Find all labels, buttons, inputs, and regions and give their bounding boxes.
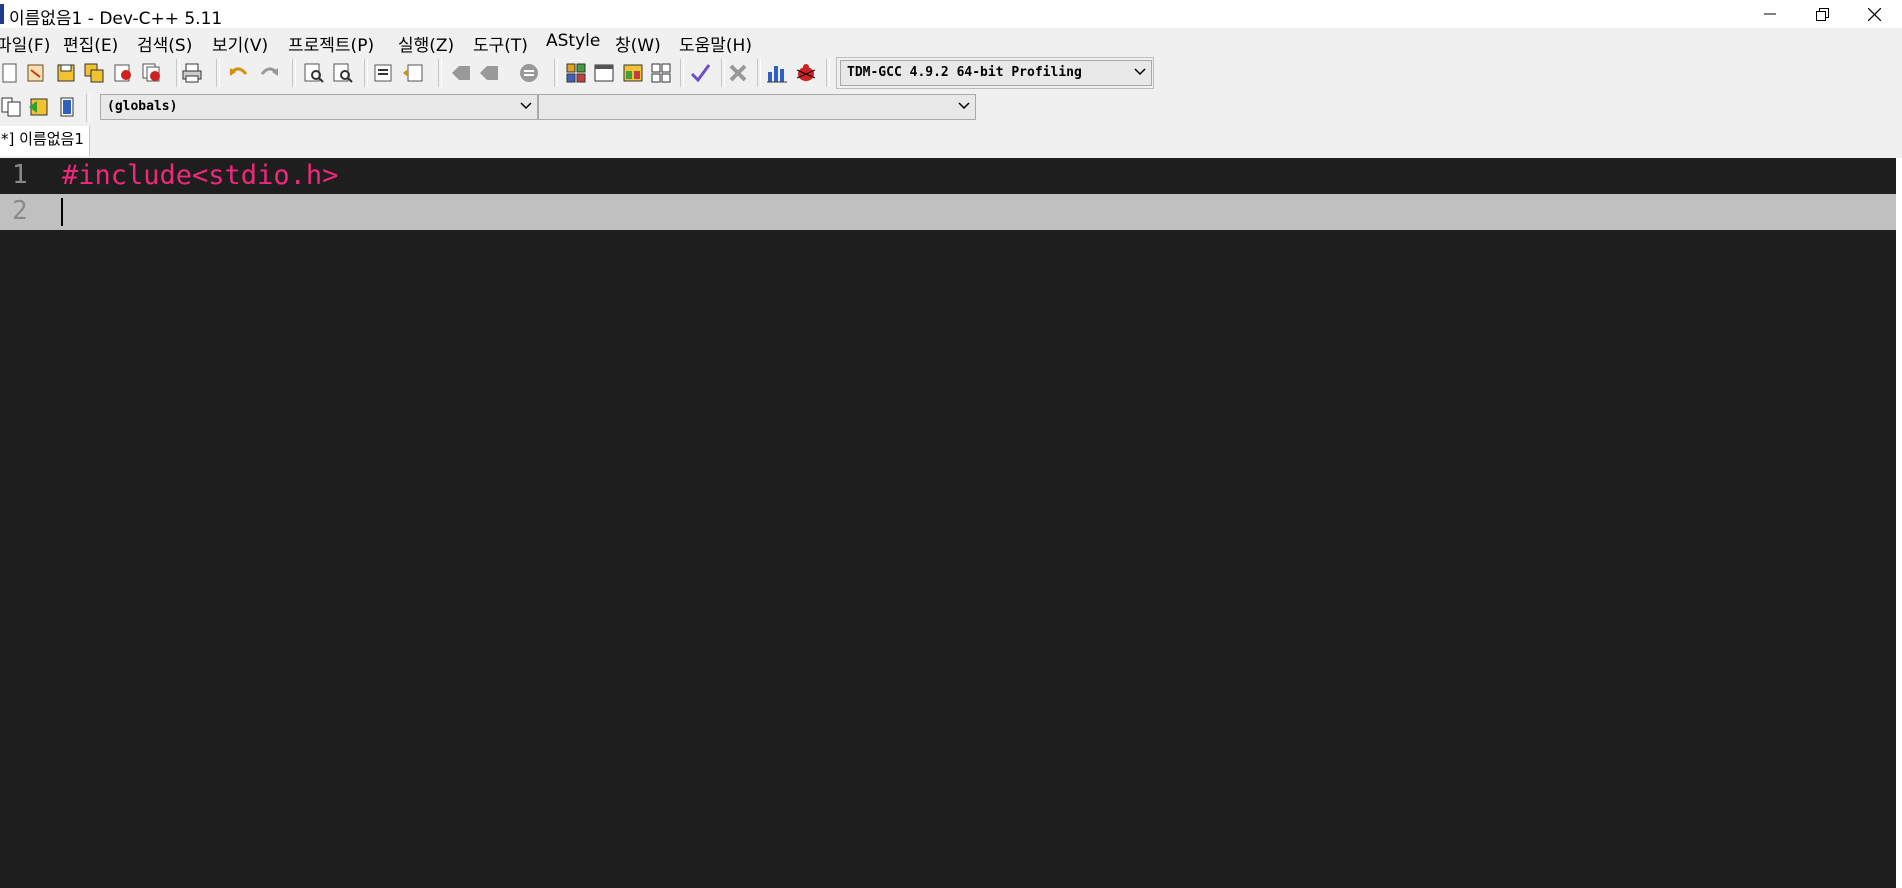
- app-icon: [0, 4, 4, 24]
- window-title: 이름없음1 - Dev-C++ 5.11: [9, 9, 223, 29]
- chevron-down-icon: [958, 102, 970, 110]
- toolbar-separator: [216, 59, 220, 87]
- scope-select-value: (globals): [107, 99, 178, 114]
- toolbar-separator: [292, 59, 296, 87]
- save-all-icon[interactable]: [83, 62, 105, 84]
- open-file-icon[interactable]: [25, 62, 47, 84]
- tab-untitled1[interactable]: *] 이름없음1: [0, 126, 90, 156]
- menu-search[interactable]: 검색(S): [137, 31, 192, 56]
- line-number: 2: [12, 196, 28, 226]
- function-select[interactable]: [538, 94, 976, 120]
- menu-edit[interactable]: 편집(E): [63, 31, 118, 56]
- chevron-down-icon: [1134, 68, 1146, 76]
- compile-run-icon[interactable]: [622, 62, 644, 84]
- restore-button[interactable]: [1796, 0, 1848, 28]
- toolbar-separator: [554, 59, 558, 87]
- debug-icon[interactable]: [795, 62, 817, 84]
- save-icon[interactable]: [55, 62, 77, 84]
- close-button[interactable]: [1848, 0, 1900, 28]
- close-file-icon[interactable]: [112, 62, 134, 84]
- compiler-select[interactable]: TDM-GCC 4.9.2 64-bit Profiling: [840, 60, 1152, 86]
- toggle-bookmark-icon[interactable]: [27, 96, 49, 118]
- toolbar-separator: [86, 94, 90, 122]
- current-code-line[interactable]: 2: [0, 194, 1896, 230]
- redo-icon[interactable]: [258, 62, 280, 84]
- compiler-select-value: TDM-GCC 4.9.2 64-bit Profiling: [847, 65, 1082, 80]
- menu-window[interactable]: 창(W): [615, 31, 661, 56]
- minimize-button[interactable]: [1744, 0, 1796, 28]
- goto-forward-icon[interactable]: [478, 62, 500, 84]
- toolbar-separator: [438, 59, 442, 87]
- indent-icon[interactable]: [372, 62, 394, 84]
- scope-select[interactable]: (globals): [100, 94, 538, 120]
- code-text: #include<stdio.h>: [62, 160, 339, 191]
- rebuild-icon[interactable]: [650, 62, 672, 84]
- toolbar-separator: [721, 59, 725, 87]
- menu-execute[interactable]: 실행(Z): [398, 31, 454, 56]
- find-icon[interactable]: [303, 62, 325, 84]
- compile-icon[interactable]: [565, 62, 587, 84]
- replace-icon[interactable]: [332, 62, 354, 84]
- menu-tools[interactable]: 도구(T): [473, 31, 528, 56]
- bookmark-icon[interactable]: [518, 62, 540, 84]
- menu-bar: 파일(F) 편집(E) 검색(S) 보기(V) 프로젝트(P) 실행(Z) 도구…: [0, 28, 1902, 56]
- run-icon[interactable]: [593, 62, 615, 84]
- text-caret: [61, 198, 63, 226]
- chevron-down-icon: [520, 102, 532, 110]
- goto-bookmark-icon[interactable]: [56, 96, 78, 118]
- minimize-icon: [1764, 13, 1776, 15]
- menu-help[interactable]: 도움말(H): [679, 31, 752, 56]
- menu-view[interactable]: 보기(V): [212, 31, 268, 56]
- menu-file[interactable]: 파일(F): [0, 31, 50, 56]
- goto-back-icon[interactable]: [450, 62, 472, 84]
- toolbar-separator: [364, 59, 368, 87]
- new-file-icon[interactable]: [0, 62, 22, 84]
- close-icon: [1867, 7, 1881, 21]
- menu-project[interactable]: 프로젝트(P): [288, 31, 374, 56]
- close-all-icon[interactable]: [141, 62, 163, 84]
- toolbar-separator: [757, 59, 761, 87]
- code-editor[interactable]: 1 #include<stdio.h> 2: [0, 158, 1896, 888]
- insert-icon[interactable]: [0, 96, 22, 118]
- toolbar-separator: [680, 59, 684, 87]
- toolbar-separator: [826, 59, 830, 87]
- menu-astyle[interactable]: AStyle: [546, 31, 600, 51]
- title-bar: 이름없음1 - Dev-C++ 5.11: [0, 0, 1902, 29]
- unindent-icon[interactable]: [402, 62, 424, 84]
- check-icon[interactable]: [689, 62, 711, 84]
- stop-icon[interactable]: [727, 62, 749, 84]
- editor-border: [1896, 158, 1902, 888]
- line-number: 1: [12, 160, 28, 190]
- undo-icon[interactable]: [228, 62, 250, 84]
- print-icon[interactable]: [181, 62, 203, 84]
- chart-icon[interactable]: [766, 62, 788, 84]
- toolbar-separator: [176, 59, 180, 87]
- tab-label: *] 이름없음1: [1, 130, 84, 148]
- code-line[interactable]: 1 #include<stdio.h>: [0, 158, 1896, 194]
- restore-icon: [1815, 7, 1829, 21]
- editor-tab-strip: *] 이름없음1: [0, 125, 1902, 158]
